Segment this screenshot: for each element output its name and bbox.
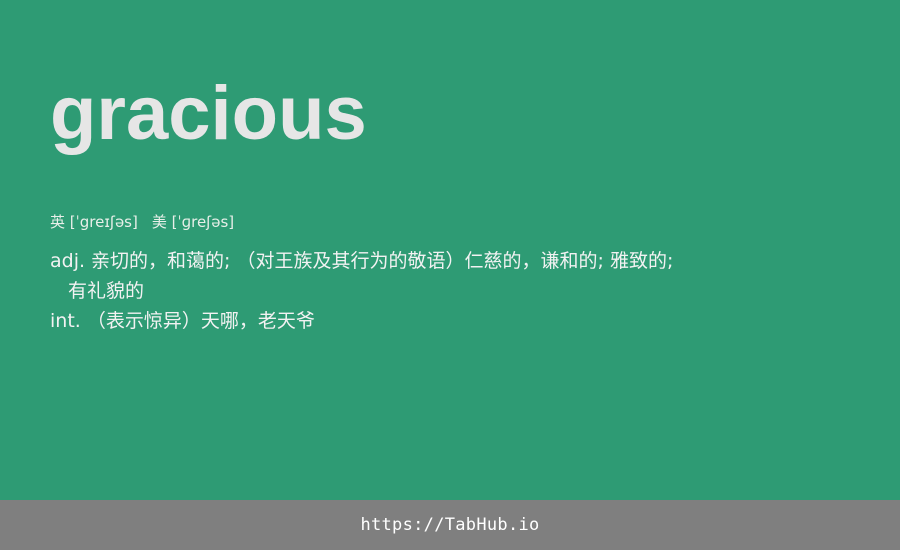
definition-adj: adj. 亲切的，和蔼的; （对王族及其行为的敬语）仁慈的，谦和的; 雅致的; (50, 250, 674, 272)
phonetics: 英 [ˈgreɪʃəs] 美 [ˈɡreʃəs] (50, 212, 234, 232)
definition-int: int. （表示惊异）天哪，老天爷 (50, 310, 315, 332)
us-phonetic: 美 [ˈɡreʃəs] (151, 213, 235, 231)
definitions: adj. 亲切的，和蔼的; （对王族及其行为的敬语）仁慈的，谦和的; 雅致的; … (50, 246, 870, 336)
tabhub-link[interactable]: https://TabHub.io (360, 515, 539, 535)
headword: gracious (50, 71, 367, 156)
footer-bar: https://TabHub.io (0, 500, 900, 550)
definition-adj-continued: 有礼貌的 (68, 280, 145, 302)
uk-phonetic: 英 [ˈgreɪʃəs] (50, 213, 138, 231)
